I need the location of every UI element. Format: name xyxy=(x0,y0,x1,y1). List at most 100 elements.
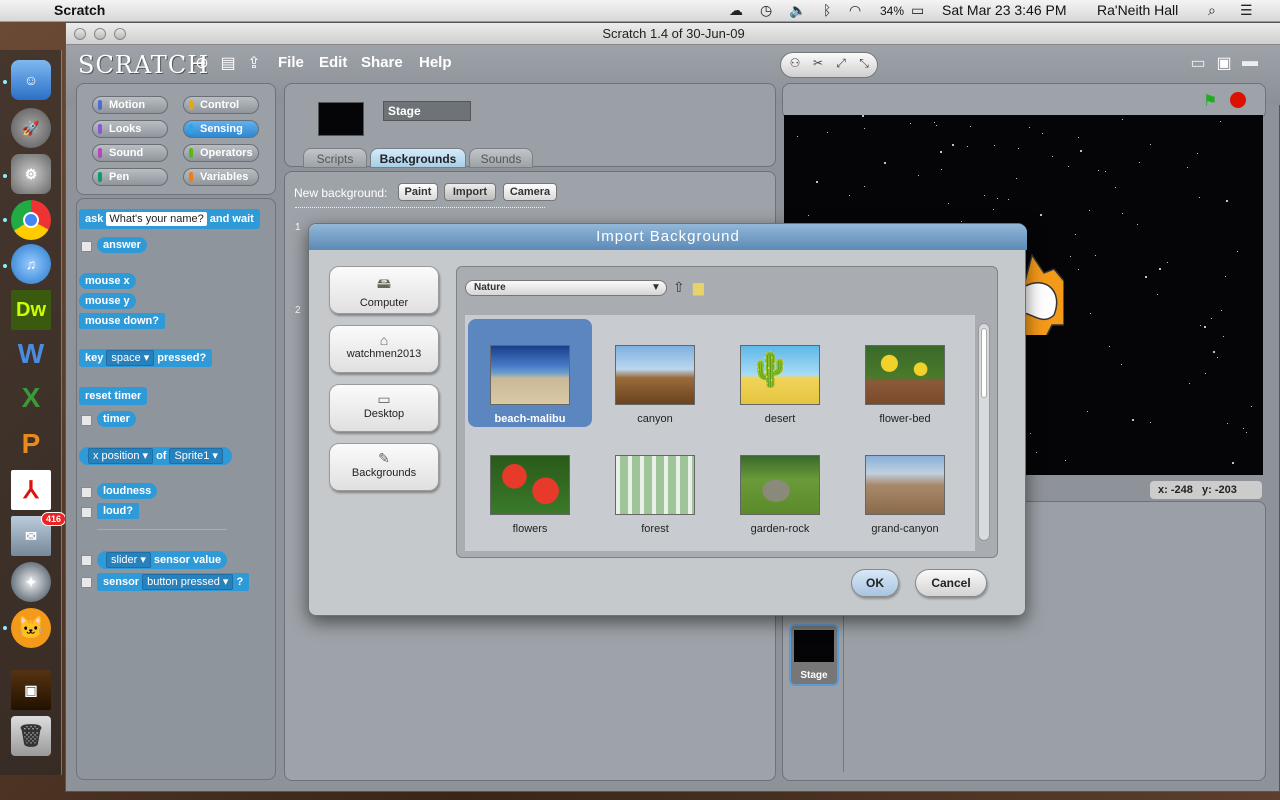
photo-booth-icon[interactable]: ▣ xyxy=(11,670,51,710)
presentation-mode-icon[interactable]: ▬ xyxy=(1240,53,1260,73)
file-scrollbar[interactable] xyxy=(978,323,990,541)
save-disk-icon[interactable]: ▤ xyxy=(218,53,238,73)
duplicate-tool-icon[interactable]: ⚇ xyxy=(785,56,805,70)
acrobat-icon[interactable]: ⅄ xyxy=(11,470,51,510)
answer-block[interactable]: answer xyxy=(97,237,147,253)
attribute-dropdown[interactable]: x position ▾ xyxy=(88,448,154,464)
cloud-icon[interactable]: ☁ xyxy=(729,2,743,19)
file-item-forest[interactable]: forest xyxy=(593,429,717,537)
tab-scripts[interactable]: Scripts xyxy=(303,148,367,168)
category-control[interactable]: Control xyxy=(183,96,259,114)
itunes-icon[interactable]: ♫ xyxy=(11,244,51,284)
share-project-icon[interactable]: ⇪ xyxy=(244,53,264,73)
bluetooth-icon[interactable]: ᛒ xyxy=(823,2,831,18)
mouse-x-block[interactable]: mouse x xyxy=(79,273,136,289)
answer-checkbox[interactable] xyxy=(81,241,92,252)
paint-button[interactable]: Paint xyxy=(398,183,438,201)
location-desktop-button[interactable]: ▭ Desktop xyxy=(329,384,439,432)
menu-help[interactable]: Help xyxy=(419,54,452,71)
spotlight-search-icon[interactable]: ⌕ xyxy=(1208,2,1216,19)
safari-icon[interactable]: ✦ xyxy=(11,562,51,602)
folder-dropdown[interactable]: Nature ▼ xyxy=(465,280,667,296)
category-variables[interactable]: Variables xyxy=(183,168,259,186)
category-looks[interactable]: Looks xyxy=(92,120,168,138)
tab-backgrounds[interactable]: Backgrounds xyxy=(370,148,466,168)
shrink-tool-icon[interactable]: ⤡ xyxy=(854,56,874,71)
category-operators[interactable]: Operators xyxy=(183,144,259,162)
loudness-block[interactable]: loudness xyxy=(97,483,158,499)
loud-block[interactable]: loud? xyxy=(97,503,139,519)
delete-tool-icon[interactable]: ✂ xyxy=(808,56,828,70)
button-dropdown[interactable]: button pressed ▾ xyxy=(142,574,234,590)
clock[interactable]: Sat Mar 23 3:46 PM xyxy=(942,2,1067,18)
file-item-beach-malibu[interactable]: beach-malibu xyxy=(468,319,592,427)
file-item-flower-bed[interactable]: flower-bed xyxy=(843,319,967,427)
notification-center-icon[interactable]: ☰ xyxy=(1240,2,1253,19)
mail-icon[interactable]: ✉ 416 xyxy=(11,512,67,556)
key-pressed-block[interactable]: key space ▾ pressed? xyxy=(79,349,213,367)
loudness-checkbox[interactable] xyxy=(81,487,92,498)
active-app-name[interactable]: Scratch xyxy=(54,2,105,18)
key-dropdown[interactable]: space ▾ xyxy=(106,350,155,366)
camera-button[interactable]: Camera xyxy=(503,183,557,201)
launchpad-icon[interactable]: 🚀 xyxy=(11,108,51,148)
file-item-desert[interactable]: 🌵 desert xyxy=(718,319,842,427)
normal-stage-icon[interactable]: ▣ xyxy=(1214,53,1234,73)
timer-checkbox[interactable] xyxy=(81,415,92,426)
file-item-canyon[interactable]: canyon xyxy=(593,319,717,427)
file-item-grand-canyon[interactable]: grand-canyon xyxy=(843,429,967,537)
sensor-pressed-checkbox[interactable] xyxy=(81,577,92,588)
new-folder-icon[interactable]: ▆ xyxy=(693,279,704,296)
system-preferences-icon[interactable]: ⚙ xyxy=(11,154,51,194)
category-motion[interactable]: Motion xyxy=(92,96,168,114)
grow-tool-icon[interactable]: ⤢ xyxy=(831,56,851,71)
import-button[interactable]: Import xyxy=(444,183,496,201)
scratch-cat-icon[interactable]: 🐱 xyxy=(11,608,51,648)
excel-icon[interactable]: X xyxy=(11,378,51,418)
battery-icon[interactable]: ▭ xyxy=(911,2,924,19)
powerpoint-icon[interactable]: P xyxy=(11,424,51,464)
category-sensing[interactable]: Sensing xyxy=(183,120,259,138)
stage-thumb-button[interactable]: Stage xyxy=(789,624,839,686)
battery-percent[interactable]: 34% xyxy=(880,4,904,18)
parent-folder-arrow-icon[interactable]: ⇧ xyxy=(673,279,685,296)
green-flag-icon[interactable]: ⚑ xyxy=(1203,91,1217,111)
word-icon[interactable]: W xyxy=(11,334,51,374)
location-home-button[interactable]: ⌂ watchmen2013 xyxy=(329,325,439,373)
wifi-icon[interactable]: ◠ xyxy=(849,2,861,19)
user-name[interactable]: Ra'Neith Hall xyxy=(1097,2,1178,18)
sprite-dropdown[interactable]: Sprite1 ▾ xyxy=(169,448,223,464)
volume-icon[interactable]: 🔈 xyxy=(789,2,806,19)
category-pen[interactable]: Pen xyxy=(92,168,168,186)
timer-block[interactable]: timer xyxy=(97,411,136,427)
sensor-value-block[interactable]: slider ▾ sensor value xyxy=(97,551,228,569)
ask-and-wait-block[interactable]: ask What's your name? and wait xyxy=(79,209,260,229)
mouse-down-block[interactable]: mouse down? xyxy=(79,313,165,329)
sensor-dropdown[interactable]: slider ▾ xyxy=(106,552,151,568)
menu-edit[interactable]: Edit xyxy=(319,54,347,71)
x-position-of-block[interactable]: x position ▾ of Sprite1 ▾ xyxy=(79,447,232,465)
language-globe-icon[interactable]: ⊕ xyxy=(192,53,212,73)
ok-button[interactable]: OK xyxy=(851,569,899,597)
file-scrollbar-thumb[interactable] xyxy=(981,328,987,398)
location-backgrounds-button[interactable]: ✎ Backgrounds xyxy=(329,443,439,491)
sensor-value-checkbox[interactable] xyxy=(81,555,92,566)
category-sound[interactable]: Sound xyxy=(92,144,168,162)
stop-sign-icon[interactable] xyxy=(1230,92,1246,108)
finder-icon[interactable]: ☺ xyxy=(11,60,51,100)
dreamweaver-icon[interactable]: Dw xyxy=(11,290,51,330)
tab-sounds[interactable]: Sounds xyxy=(469,148,533,168)
menu-share[interactable]: Share xyxy=(361,54,403,71)
location-computer-button[interactable]: 🖴 Computer xyxy=(329,266,439,314)
time-machine-icon[interactable]: ◷ xyxy=(760,2,772,19)
cat-sprite[interactable] xyxy=(1023,245,1065,342)
sprite-name-field[interactable]: Stage xyxy=(383,101,471,121)
reset-timer-block[interactable]: reset timer xyxy=(79,387,148,405)
sensor-pressed-block[interactable]: sensor button pressed ▾? xyxy=(97,573,250,591)
menu-file[interactable]: File xyxy=(278,54,304,71)
ask-text-slot[interactable]: What's your name? xyxy=(106,212,207,226)
mouse-y-block[interactable]: mouse y xyxy=(79,293,136,309)
trash-icon[interactable]: 🗑 xyxy=(11,716,51,756)
small-stage-icon[interactable]: ▭ xyxy=(1188,53,1208,73)
file-item-garden-rock[interactable]: garden-rock xyxy=(718,429,842,537)
